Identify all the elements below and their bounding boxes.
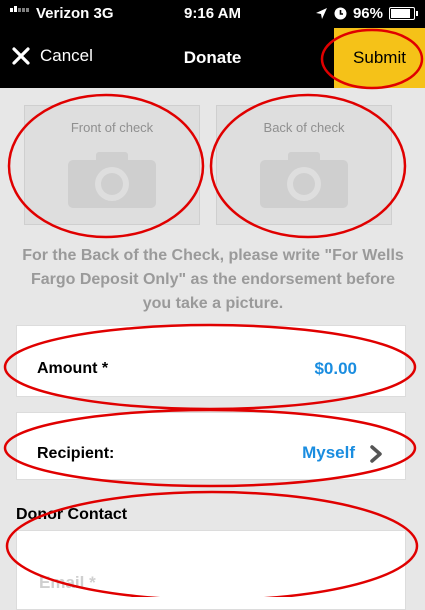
status-bar: Verizon 3G 9:16 AM 96%: [0, 0, 425, 28]
recipient-label: Recipient:: [37, 445, 115, 462]
cancel-label: Cancel: [40, 46, 93, 65]
amount-value: $0.00: [314, 359, 357, 378]
amount-label: Amount *: [37, 360, 109, 377]
location-arrow-icon: [315, 8, 327, 19]
recipient-value: Myself: [302, 443, 355, 462]
camera-icon: [260, 152, 348, 208]
amount-row[interactable]: Amount * $0.00: [16, 325, 406, 397]
donor-contact-header: Donor Contact: [16, 506, 128, 523]
close-icon: [12, 47, 30, 65]
front-of-check-label: Front of check: [70, 120, 154, 135]
email-input[interactable]: [37, 569, 381, 597]
clock-icon: [334, 7, 347, 20]
front-of-check-button[interactable]: Front of check: [24, 105, 200, 225]
back-of-check-button[interactable]: Back of check: [216, 105, 392, 225]
submit-button[interactable]: Submit: [334, 28, 425, 88]
battery-percent: 96%: [352, 5, 383, 22]
chevron-right-icon: [370, 445, 382, 463]
recipient-row[interactable]: Recipient: Myself: [16, 412, 406, 480]
camera-icon: [68, 152, 156, 208]
battery-icon: [389, 7, 418, 20]
cancel-button[interactable]: Cancel: [12, 46, 93, 66]
nav-bar: Cancel Donate Submit: [0, 28, 425, 88]
endorsement-instructions: For the Back of the Check, please write …: [22, 247, 404, 312]
back-of-check-label: Back of check: [263, 120, 345, 135]
email-field-container: [16, 530, 406, 610]
